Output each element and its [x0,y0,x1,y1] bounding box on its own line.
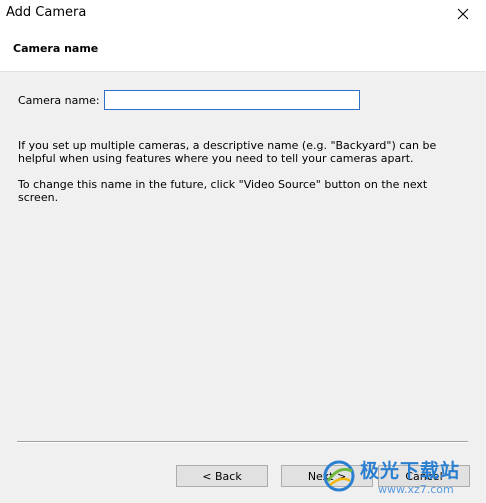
help-text-change-name: To change this name in the future, click… [18,178,428,204]
watermark: 极光下载站 www.xz7.com [322,453,482,499]
close-icon [457,8,469,19]
title-bar: Add Camera [0,0,486,27]
help-text-multiple-cameras: If you set up multiple cameras, a descri… [18,139,437,165]
camera-name-input[interactable] [104,90,360,110]
back-button[interactable]: < Back [176,465,268,487]
separator [17,441,468,443]
page-title: Camera name [13,42,99,55]
add-camera-dialog: Add Camera Camera name Camera name: If y… [0,0,486,503]
watermark-logo-icon [323,460,355,492]
camera-name-label: Camera name: [18,94,100,107]
wizard-header: Camera name [0,27,486,72]
close-button[interactable] [440,0,486,27]
watermark-text: 极光下载站 [360,460,461,482]
window-title: Add Camera [6,5,87,20]
watermark-url: www.xz7.com [378,483,454,496]
wizard-content: Camera name: If you set up multiple came… [0,72,486,503]
